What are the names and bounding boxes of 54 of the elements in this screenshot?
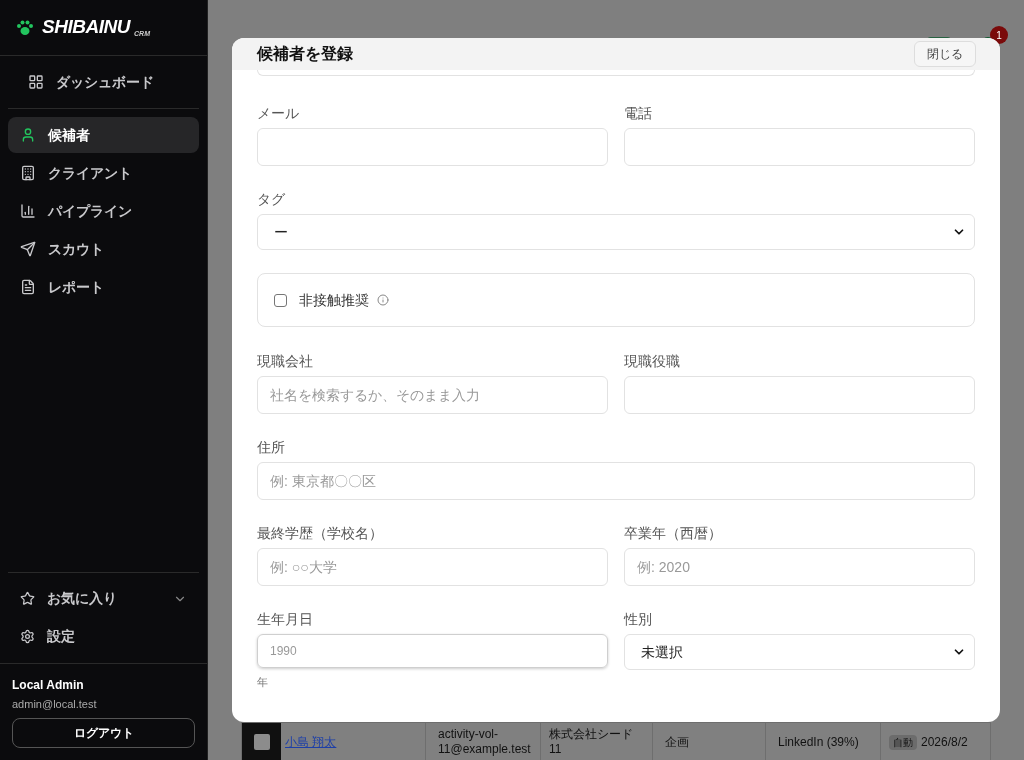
input-field[interactable]: 例: 2020 <box>624 548 975 586</box>
field-label: 生年月日 <box>257 610 314 629</box>
nav-item[interactable]: お気に入り <box>8 580 199 617</box>
nav-item[interactable]: パイプライン <box>8 193 199 229</box>
nav-item[interactable]: 設定 <box>8 618 199 655</box>
table-cell-text: 株式会社シード 11 <box>549 727 634 757</box>
user-email: admin@local.test <box>12 696 98 712</box>
row-checkbox[interactable] <box>253 734 270 750</box>
input-field[interactable]: 1990 <box>257 634 608 668</box>
bars-icon <box>20 203 36 219</box>
field-label: 性別 <box>624 610 653 629</box>
table-cell-text: 2026/8/2 <box>921 734 968 751</box>
logo-text: SHIBAINU <box>42 15 131 40</box>
tag: 自動 <box>889 734 917 750</box>
table-cell-text: 企画 <box>665 734 689 751</box>
user-name: Local Admin <box>12 676 85 694</box>
input-field[interactable] <box>624 128 975 166</box>
modal-title: 候補者を登録 <box>257 44 353 64</box>
table-cell-text: LinkedIn (39%) <box>778 734 859 751</box>
grid-icon <box>28 74 44 90</box>
paw-icon <box>16 19 34 36</box>
logout-button[interactable]: ログアウト <box>12 718 195 748</box>
unit-label: 年 <box>257 675 268 690</box>
nav-item[interactable]: クライアント <box>8 155 199 191</box>
person-icon <box>20 127 36 143</box>
input-field[interactable] <box>257 128 608 166</box>
document-icon <box>20 279 36 295</box>
field-label: 現職会社 <box>257 352 314 371</box>
settings-icon <box>20 629 35 644</box>
nav-item[interactable]: スカウト <box>8 231 199 267</box>
field-label: 最終学歴（学校名） <box>257 524 384 543</box>
field-label: タグ <box>257 190 286 209</box>
checkbox-label: 非接触推奨 <box>299 290 369 310</box>
field-label: 現職役職 <box>624 352 681 371</box>
input-field[interactable]: 社名を検索するか、そのまま入力 <box>257 376 608 414</box>
paper-plane-icon <box>20 241 36 257</box>
field-label: 電話 <box>624 104 653 123</box>
field-label: メール <box>257 104 300 123</box>
select-field[interactable]: ー <box>257 214 975 250</box>
nav-item[interactable]: ダッシュボード <box>16 64 191 100</box>
table-cell: activity-vol-11@example.test <box>438 727 531 757</box>
field-label: 卒業年（西暦） <box>624 524 723 543</box>
nav-item[interactable]: レポート <box>8 269 199 305</box>
select-field[interactable]: 未選択 <box>624 634 975 670</box>
input-field[interactable] <box>624 376 975 414</box>
input-field[interactable]: 例: ○○大学 <box>257 548 608 586</box>
input-field[interactable]: 例: 東京都〇〇区 <box>257 462 975 500</box>
nav-item[interactable]: 候補者 <box>8 117 199 153</box>
checkbox[interactable] <box>274 293 287 307</box>
field-label: 住所 <box>257 438 286 457</box>
info-icon <box>377 294 389 306</box>
building-icon <box>20 165 36 181</box>
star-icon <box>20 591 35 606</box>
close-button[interactable]: 閉じる <box>914 41 976 67</box>
